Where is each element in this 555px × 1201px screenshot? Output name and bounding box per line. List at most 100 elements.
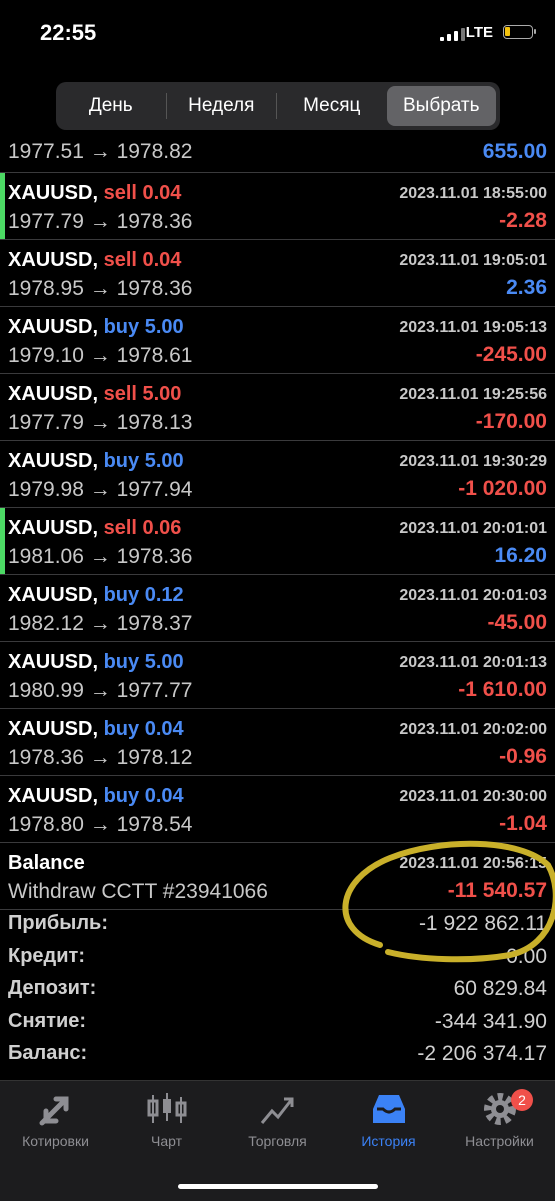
tab-history[interactable]: История: [333, 1089, 444, 1149]
trade-prices: 1979.98 → 1977.94: [8, 478, 193, 501]
trade-symbol: XAUUSD, buy 0.12: [8, 584, 184, 607]
trade-date: 2023.11.01 20:01:13: [399, 654, 547, 671]
trade-symbol: XAUUSD, buy 5.00: [8, 316, 184, 339]
trade-volume: 5.00: [144, 651, 184, 673]
notification-badge: 2: [511, 1089, 533, 1111]
trade-row[interactable]: XAUUSD, sell 0.06 2023.11.01 20:01:01 1981…: [0, 508, 555, 575]
trade-row[interactable]: XAUUSD, buy 0.04 2023.11.01 20:02:00 1978.…: [0, 709, 555, 776]
trade-profit: -170.00: [475, 410, 547, 433]
trade-profit: -1.04: [499, 812, 547, 835]
trade-prices: 1982.12 → 1978.37: [8, 612, 193, 635]
trade-symbol: XAUUSD, sell 0.04: [8, 249, 181, 272]
period-tab-custom[interactable]: Выбрать: [386, 86, 496, 126]
balance-comment: Withdraw CCTT #23941066: [8, 880, 268, 903]
trade-profit: 2.36: [506, 276, 547, 299]
status-bar: 22:55 LTE: [0, 0, 555, 66]
tab-label: Торговля: [248, 1133, 307, 1149]
trade-profit: 16.20: [494, 544, 547, 567]
trade-row[interactable]: XAUUSD, sell 0.04 2023.11.01 19:05:01 1978…: [0, 240, 555, 307]
period-selector: День Неделя Месяц Выбрать: [56, 82, 500, 130]
trade-side: buy: [103, 651, 140, 673]
trade-side: buy: [103, 450, 140, 472]
trade-row-partial[interactable]: 1977.51 → 1978.82 655.00: [0, 130, 555, 173]
trade-symbol: XAUUSD, sell 5.00: [8, 383, 181, 406]
trade-date: 2023.11.01 18:55:00: [399, 185, 547, 202]
balance-row[interactable]: Balance 2023.11.01 20:56:15 Withdraw CCT…: [0, 843, 555, 910]
trade-symbol: XAUUSD, buy 0.04: [8, 718, 184, 741]
tab-settings[interactable]: Настройки 2: [444, 1089, 555, 1149]
trade-side: buy: [103, 718, 140, 740]
summary-profit: Прибыль: -1 922 862.11: [0, 904, 555, 937]
trade-side: buy: [103, 584, 140, 606]
balance-date: 2023.11.01 20:56:15: [399, 855, 547, 872]
trade-date: 2023.11.01 19:30:29: [399, 453, 547, 470]
trade-side: buy: [103, 316, 140, 338]
trade-volume: 5.00: [144, 316, 184, 338]
trade-date: 2023.11.01 20:30:00: [399, 788, 547, 805]
tab-label: История: [361, 1133, 416, 1149]
summary-value: 0.00: [506, 944, 547, 968]
trade-row[interactable]: XAUUSD, buy 5.00 2023.11.01 20:01:13 1980.…: [0, 642, 555, 709]
trade-date: 2023.11.01 19:05:13: [399, 319, 547, 336]
trade-prices: 1977.79 → 1978.36: [8, 210, 193, 233]
candlestick-chart-icon: [147, 1093, 186, 1123]
trade-volume: 0.04: [144, 718, 184, 740]
trade-date: 2023.11.01 19:25:56: [399, 386, 547, 403]
trade-prices: 1977.79 → 1978.13: [8, 411, 193, 434]
history-inbox-icon: [372, 1095, 405, 1123]
tab-bar: Котировки Чарт Торговля История Настройк…: [0, 1080, 555, 1201]
trade-prices: 1978.36 → 1978.12: [8, 746, 193, 769]
tab-trade[interactable]: Торговля: [222, 1089, 333, 1149]
trade-symbol: XAUUSD, buy 5.00: [8, 651, 184, 674]
period-tab-month[interactable]: Месяц: [277, 86, 387, 126]
trade-date: 2023.11.01 19:05:01: [399, 252, 547, 269]
trade-symbol-name: XAUUSD,: [8, 182, 99, 204]
summary-value: -1 922 862.11: [418, 912, 547, 935]
trade-symbol: XAUUSD, sell 0.04: [8, 182, 181, 205]
summary-value: -344 341.90: [434, 1009, 547, 1033]
trade-profit: -2.28: [499, 209, 547, 232]
summary-label: Прибыль:: [8, 912, 108, 934]
period-tab-week[interactable]: Неделя: [167, 86, 277, 126]
trade-prices: 1981.06 → 1978.36: [8, 545, 193, 568]
trade-row[interactable]: XAUUSD, sell 5.00 2023.11.01 19:25:56 1977…: [0, 374, 555, 441]
trade-row[interactable]: XAUUSD, buy 0.12 2023.11.01 20:01:03 1982.…: [0, 575, 555, 642]
trade-side: sell: [103, 517, 137, 539]
trade-row[interactable]: XAUUSD, buy 0.04 2023.11.01 20:30:00 1978.…: [0, 776, 555, 843]
tab-label: Котировки: [22, 1133, 89, 1149]
trade-volume: 5.00: [144, 450, 184, 472]
period-tab-day[interactable]: День: [56, 86, 166, 126]
trade-prices: 1979.10 → 1978.61: [8, 344, 193, 367]
summary-label: Кредит:: [8, 944, 85, 967]
battery-icon: [503, 25, 536, 39]
trade-row[interactable]: XAUUSD, buy 5.00 2023.11.01 19:30:29 1979.…: [0, 441, 555, 508]
trade-symbol-name: XAUUSD,: [8, 785, 99, 807]
summary-withdrawal: Снятие: -344 341.90: [0, 1002, 555, 1035]
quotes-arrows-icon: [39, 1096, 68, 1126]
trade-symbol-name: XAUUSD,: [8, 517, 99, 539]
trade-profit: -0.96: [499, 745, 547, 768]
status-time: 22:55: [40, 20, 97, 45]
trade-row[interactable]: XAUUSD, sell 0.04 2023.11.01 18:55:00 1977…: [0, 173, 555, 240]
open-marker: [0, 508, 5, 574]
trade-row[interactable]: XAUUSD, buy 5.00 2023.11.01 19:05:13 1979.…: [0, 307, 555, 374]
trade-symbol-name: XAUUSD,: [8, 383, 99, 405]
trade-symbol-name: XAUUSD,: [8, 651, 99, 673]
summary-label: Депозит:: [8, 977, 97, 1000]
tab-quotes[interactable]: Котировки: [0, 1089, 111, 1149]
trade-profit: -1 020.00: [458, 477, 547, 500]
trade-volume: 0.06: [142, 517, 182, 539]
trade-rows: XAUUSD, sell 0.04 2023.11.01 18:55:00 1977…: [0, 173, 555, 843]
trade-volume: 5.00: [142, 383, 182, 405]
trade-date: 2023.11.01 20:01:01: [399, 520, 547, 537]
trade-date: 2023.11.01 20:01:03: [399, 587, 547, 604]
tab-chart[interactable]: Чарт: [111, 1089, 222, 1149]
trade-prices: 1980.99 → 1977.77: [8, 679, 193, 702]
summary-credit: Кредит: 0.00: [0, 937, 555, 970]
summary-value: -2 206 374.17: [417, 1042, 547, 1066]
trade-symbol: XAUUSD, sell 0.06: [8, 517, 181, 540]
trade-volume: 0.12: [144, 584, 184, 606]
summary-label: Баланс:: [8, 1042, 88, 1065]
trade-volume: 0.04: [142, 249, 182, 271]
trade-side: sell: [103, 182, 137, 204]
